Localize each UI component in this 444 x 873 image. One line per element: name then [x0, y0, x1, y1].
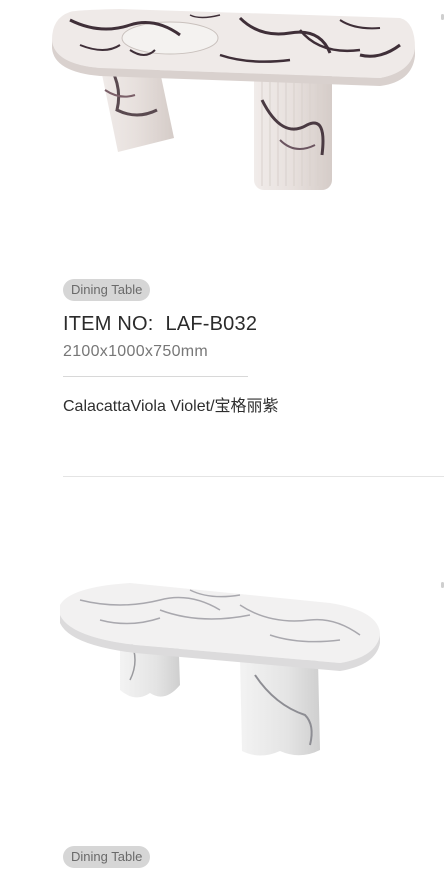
category-badge: Dining Table	[63, 279, 151, 301]
item-number: ITEM NO: LAF-B032	[63, 313, 257, 336]
divider	[63, 376, 248, 377]
product-material: CalacattaViola Violet/宝格丽紫	[63, 398, 279, 415]
category-badge: Dining Table	[63, 846, 151, 868]
item-number-code: LAF-B032	[165, 313, 258, 335]
item-number-label: ITEM NO:	[63, 313, 154, 335]
marble-dining-table-image-icon	[52, 9, 415, 190]
product-dimensions: 2100x1000x750mm	[63, 343, 209, 360]
white-marble-dining-table-image-icon	[60, 583, 380, 756]
product-image-2[interactable]	[40, 565, 444, 775]
product-image-1[interactable]	[40, 0, 444, 205]
section-divider	[63, 476, 444, 477]
